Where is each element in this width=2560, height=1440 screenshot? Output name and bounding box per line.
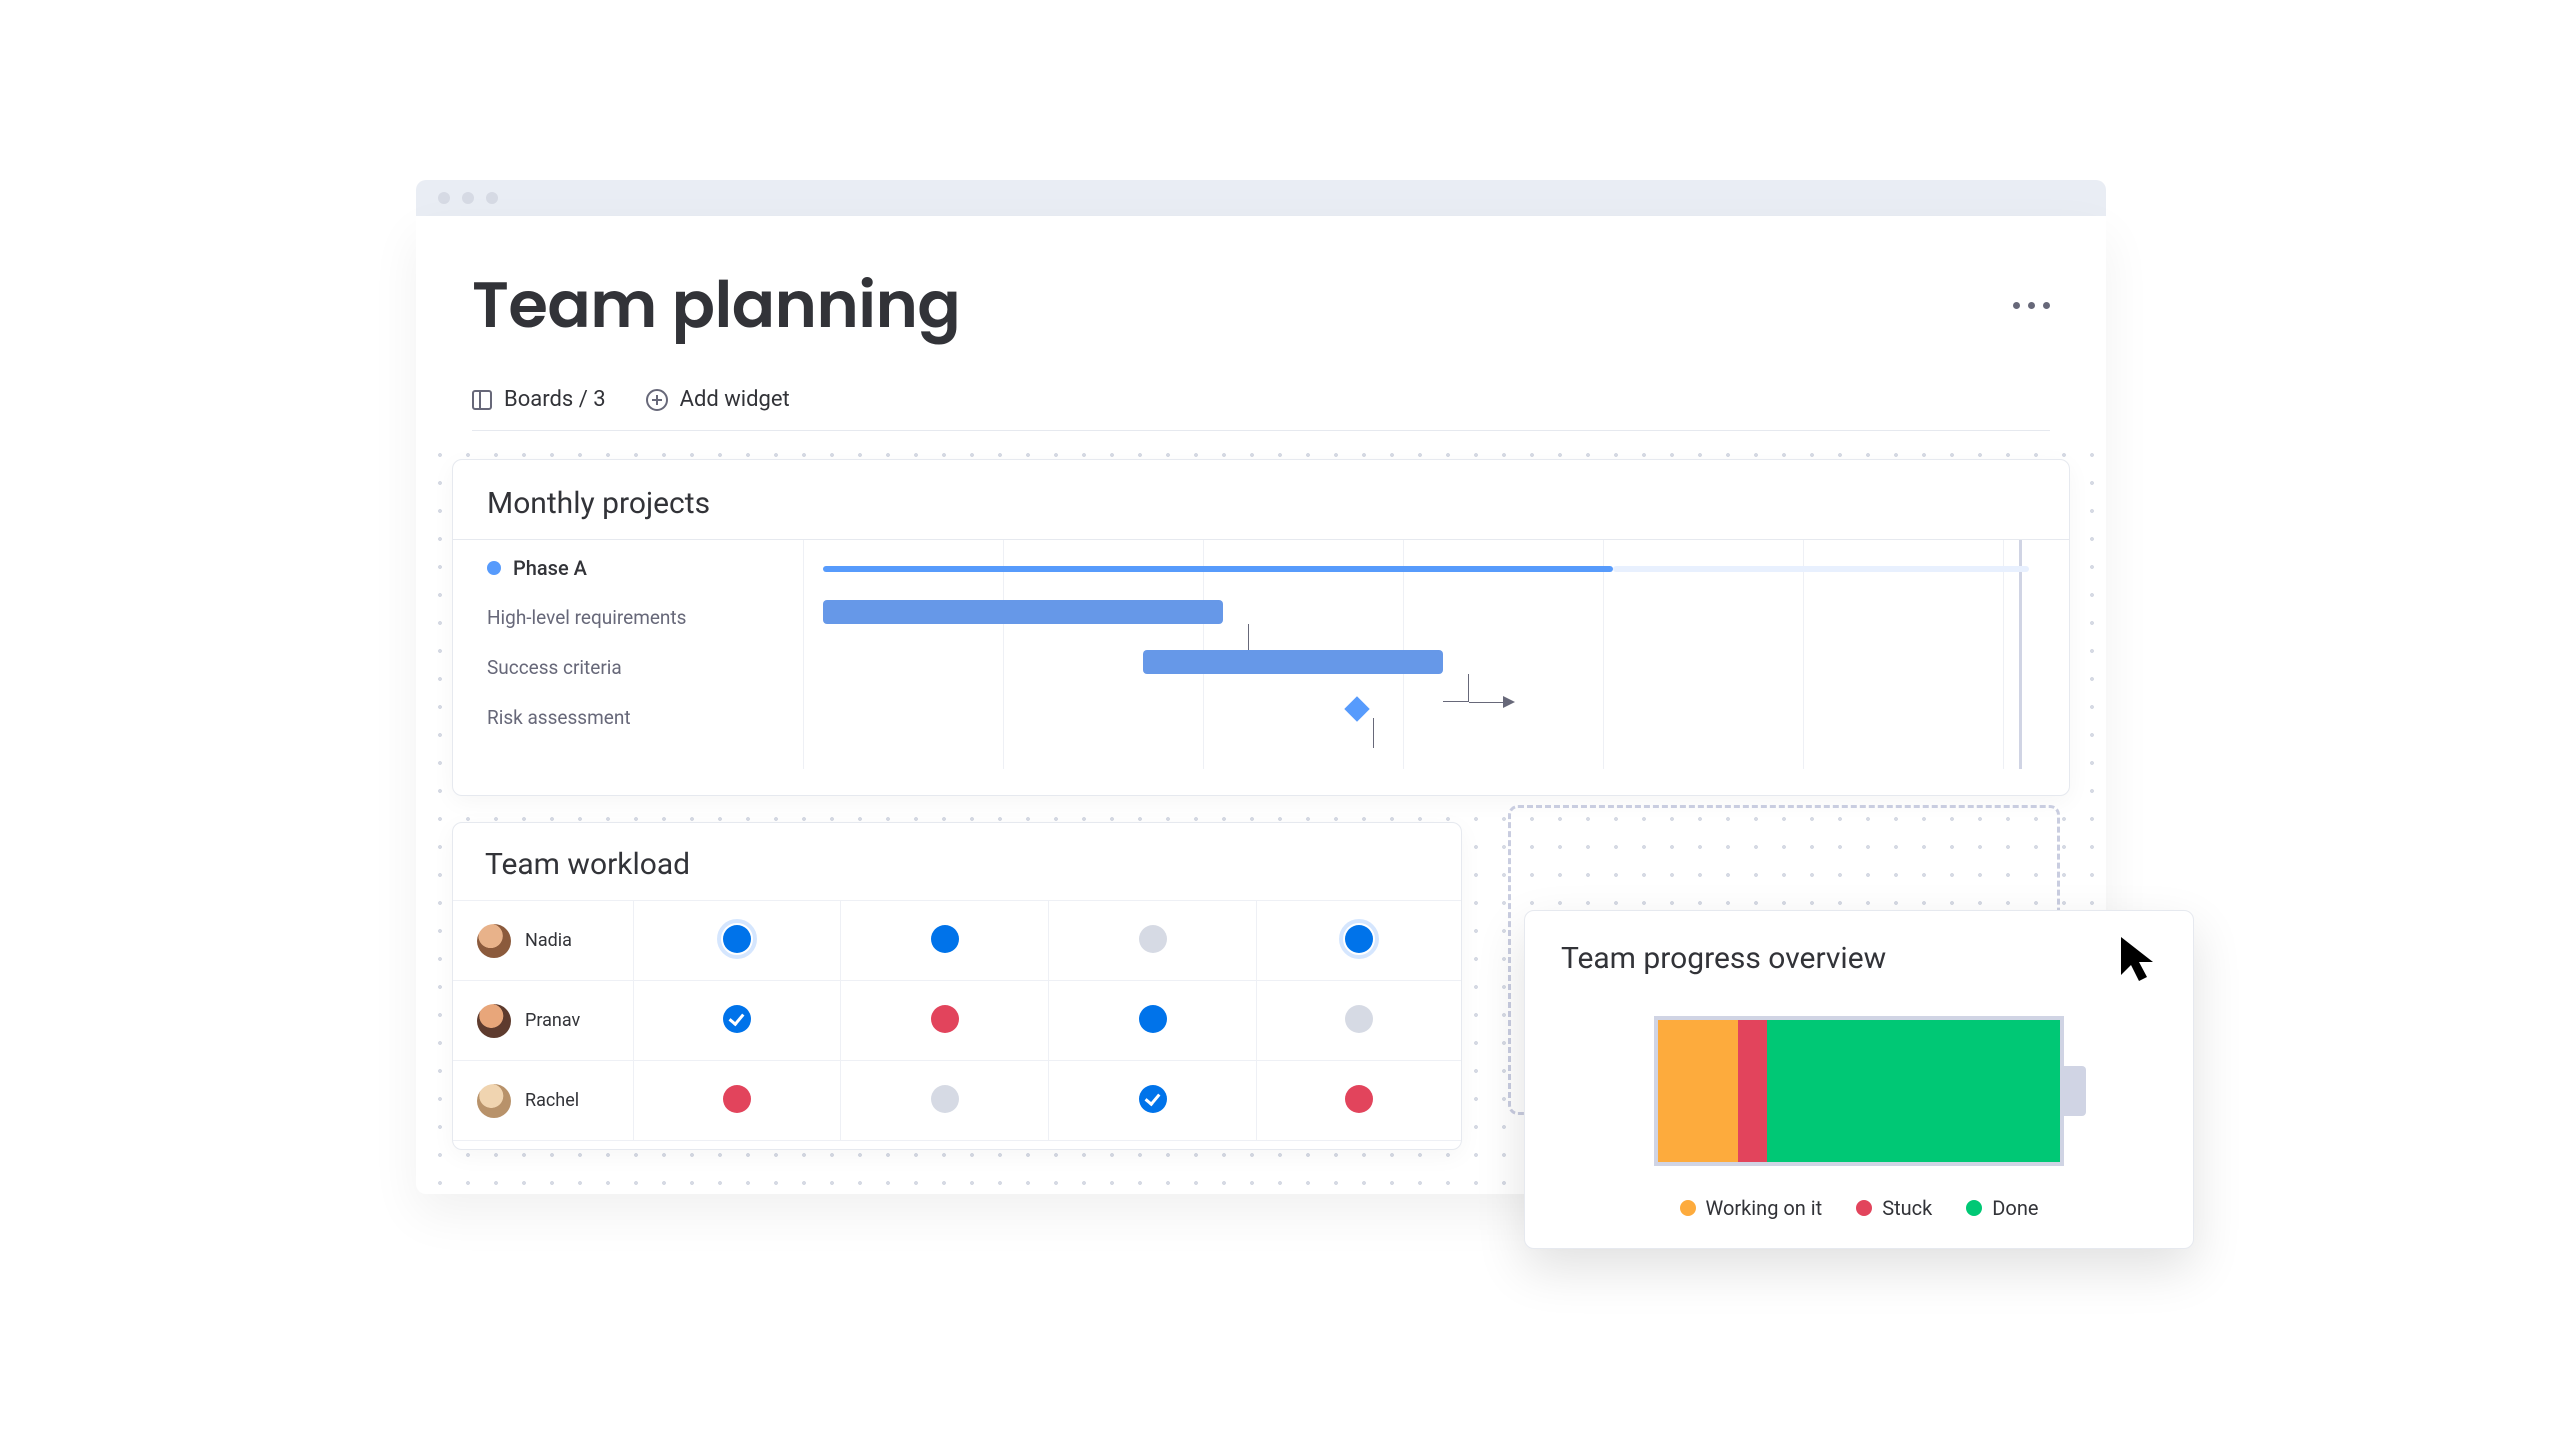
gantt-connector (1373, 718, 1374, 748)
battery-cap-icon (2064, 1066, 2086, 1116)
team-workload-widget[interactable]: Team workload Nadia (452, 822, 1462, 1150)
more-menu-button[interactable] (2013, 302, 2050, 309)
person-name: Pranav (525, 1010, 580, 1031)
plus-circle-icon (646, 389, 668, 411)
workload-cell[interactable] (931, 1005, 959, 1033)
gantt-chart[interactable]: Phase A High-level requirements Success … (453, 539, 2069, 769)
widget-title: Team workload (453, 847, 1461, 900)
gantt-task-label: High-level requirements (487, 606, 686, 629)
legend-item-done[interactable]: Done (1966, 1196, 2038, 1220)
workload-cell[interactable] (931, 1085, 959, 1113)
table-row: Pranav (453, 981, 1461, 1061)
widget-title: Monthly projects (453, 486, 2069, 539)
workload-cell[interactable] (1139, 1085, 1167, 1113)
gantt-connector (1443, 674, 1469, 702)
boards-icon (472, 390, 492, 410)
gantt-phase-row[interactable]: Phase A (487, 556, 587, 580)
gantt-task-label: Risk assessment (487, 706, 631, 729)
table-row: Rachel (453, 1061, 1461, 1141)
page-title: Team planning (472, 258, 960, 353)
gantt-connector (1223, 624, 1249, 652)
workload-cell[interactable] (1139, 925, 1167, 953)
workload-cell[interactable] (1345, 1005, 1373, 1033)
avatar (477, 1004, 511, 1038)
browser-chrome (416, 180, 2106, 216)
workload-cell[interactable] (1139, 1005, 1167, 1033)
progress-legend: Working on it Stuck Done (1561, 1196, 2157, 1220)
gantt-phase-remaining (1613, 566, 2029, 572)
gantt-connector (1469, 702, 1505, 703)
window-dot (486, 192, 498, 204)
gantt-task-row[interactable]: Risk assessment (487, 706, 631, 729)
legend-dot-icon (1966, 1200, 1982, 1216)
gantt-task-row[interactable]: High-level requirements (487, 606, 686, 629)
arrow-right-icon (1503, 696, 1515, 708)
gantt-task-label: Success criteria (487, 656, 622, 679)
boards-count-label: Boards / 3 (504, 387, 606, 412)
widget-title: Team progress overview (1561, 941, 1886, 976)
person-name: Nadia (525, 930, 572, 951)
workload-person[interactable]: Nadia (477, 924, 633, 958)
battery-segment-working (1658, 1020, 1738, 1162)
workload-cell[interactable] (931, 925, 959, 953)
workload-cell[interactable] (1345, 925, 1373, 953)
legend-dot-icon (1680, 1200, 1696, 1216)
table-row: Nadia (453, 901, 1461, 981)
gantt-today-marker (2019, 540, 2022, 769)
boards-count-button[interactable]: Boards / 3 (472, 387, 606, 412)
window-dot (462, 192, 474, 204)
legend-item-stuck[interactable]: Stuck (1856, 1196, 1932, 1220)
legend-dot-icon (1856, 1200, 1872, 1216)
avatar (477, 924, 511, 958)
workload-cell[interactable] (723, 1085, 751, 1113)
legend-label: Done (1992, 1196, 2038, 1220)
avatar (477, 1084, 511, 1118)
window-dot (438, 192, 450, 204)
gantt-milestone[interactable] (1344, 696, 1369, 721)
workload-cell[interactable] (723, 1005, 751, 1033)
gantt-phase-label: Phase A (513, 556, 587, 580)
person-name: Rachel (525, 1090, 579, 1111)
workload-person[interactable]: Rachel (477, 1084, 633, 1118)
progress-battery-chart (1654, 1016, 2064, 1166)
legend-label: Stuck (1882, 1196, 1932, 1220)
team-progress-widget[interactable]: Team progress overview Working on it Stu… (1524, 910, 2194, 1249)
monthly-projects-widget[interactable]: Monthly projects Phase A (452, 459, 2070, 796)
battery-segment-stuck (1738, 1020, 1766, 1162)
workload-table: Nadia Pranav (453, 900, 1461, 1141)
add-widget-button[interactable]: Add widget (646, 387, 790, 412)
workload-cell[interactable] (1345, 1085, 1373, 1113)
gantt-task-bar[interactable] (1143, 650, 1443, 674)
workload-person[interactable]: Pranav (477, 1004, 633, 1038)
gantt-phase-bar[interactable] (823, 566, 1613, 572)
gantt-task-bar[interactable] (823, 600, 1223, 624)
phase-dot-icon (487, 561, 501, 575)
workload-cell[interactable] (723, 925, 751, 953)
gantt-task-row[interactable]: Success criteria (487, 656, 622, 679)
legend-label: Working on it (1706, 1196, 1823, 1220)
battery-segment-done (1767, 1020, 2060, 1162)
add-widget-label: Add widget (680, 387, 790, 412)
legend-item-working[interactable]: Working on it (1680, 1196, 1823, 1220)
